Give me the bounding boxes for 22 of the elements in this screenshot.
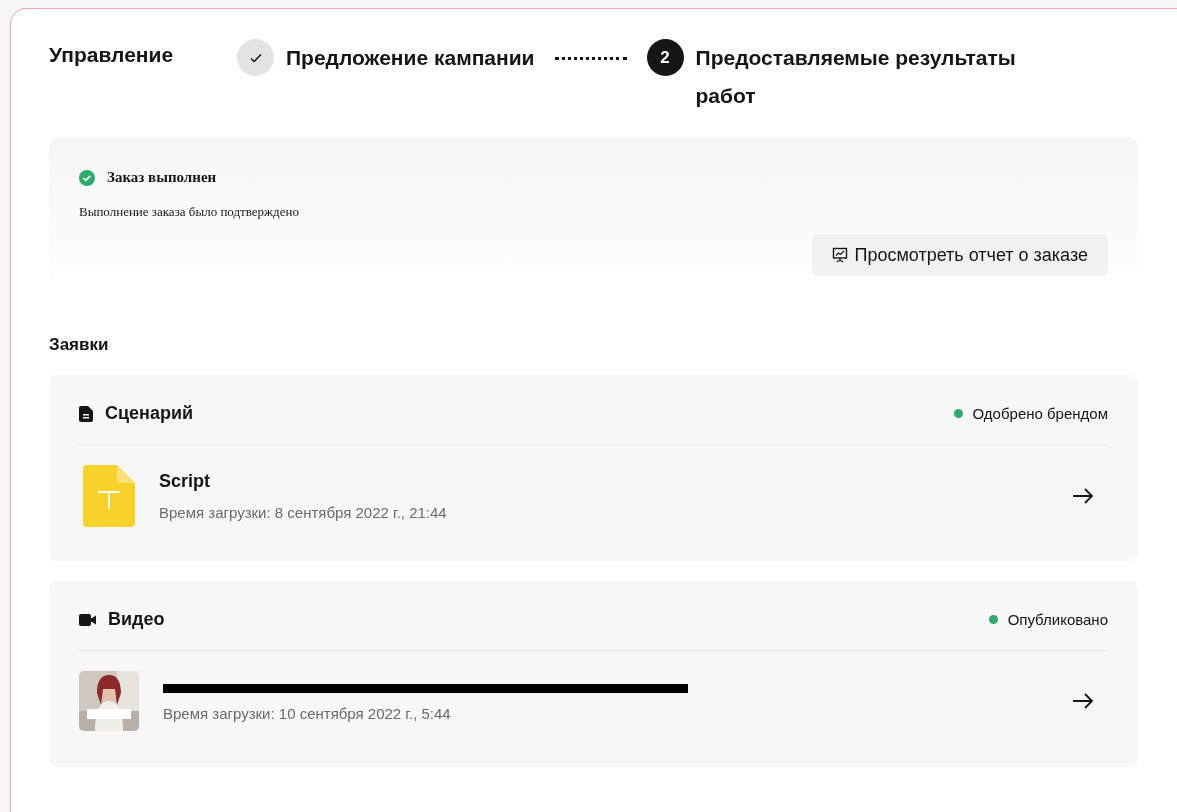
submission-title: Сценарий	[105, 403, 194, 424]
document-icon	[79, 405, 93, 422]
presentation-chart-icon	[832, 247, 849, 263]
status-label: Одобрено брендом	[972, 405, 1108, 422]
section-title: Заявки	[49, 335, 109, 355]
view-report-button[interactable]: Просмотреть отчет о заказе	[812, 234, 1108, 276]
video-camera-icon	[79, 612, 96, 627]
submission-title: Видео	[108, 609, 165, 630]
step-label: Предоставляемые результаты работ	[695, 45, 1017, 109]
check-circle-icon	[79, 169, 95, 186]
status-message: Выполнение заказа было подтверждено	[79, 204, 299, 220]
upload-time: Время загрузки: 10 сентября 2022 г., 5:44	[163, 705, 451, 722]
status-label: Опубликовано	[1007, 611, 1108, 628]
text-file-icon	[83, 465, 135, 527]
step-number: 2	[646, 39, 684, 76]
status-title: Заказ выполнен	[107, 169, 217, 186]
file-name[interactable]: Script	[159, 471, 210, 492]
arrow-right-icon[interactable]	[1072, 488, 1094, 504]
arrow-right-icon[interactable]	[1072, 693, 1094, 709]
step-label: Предложение кампании	[286, 45, 535, 71]
page-title: Управление	[49, 42, 175, 67]
upload-time: Время загрузки: 8 сентября 2022 г., 21:44	[159, 504, 447, 521]
